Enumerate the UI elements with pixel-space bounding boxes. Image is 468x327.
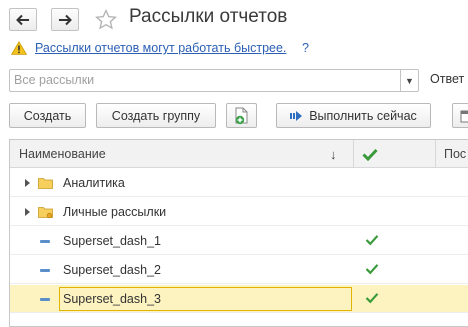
mailing-item-icon <box>40 269 50 272</box>
back-button[interactable] <box>9 8 37 31</box>
create-group-button[interactable]: Создать группу <box>96 103 216 128</box>
check-icon <box>365 293 379 304</box>
arrow-right-icon <box>59 14 72 25</box>
enabled-column-check-icon[interactable] <box>362 148 378 161</box>
table-row[interactable]: Аналитика <box>10 169 468 197</box>
column-name-header[interactable]: Наименование <box>19 140 106 168</box>
check-icon <box>365 235 379 246</box>
column-divider <box>435 140 436 168</box>
warning-icon <box>11 41 27 55</box>
star-icon[interactable] <box>94 8 118 32</box>
performance-hint-link[interactable]: Рассылки отчетов могут работать быстрее. <box>35 41 286 55</box>
add-copy-button[interactable] <box>226 103 257 128</box>
arrow-left-icon <box>16 14 29 25</box>
table-header: Наименование ↓ Пос <box>10 140 468 168</box>
sort-down-icon[interactable]: ↓ <box>330 140 337 168</box>
personal-folder-icon <box>38 207 53 218</box>
column-last-header[interactable]: Пос <box>444 140 466 168</box>
table-row[interactable]: Superset_dash_2 <box>10 256 468 284</box>
expand-arrow-icon[interactable] <box>25 179 30 187</box>
run-now-button[interactable]: Выполнить сейчас <box>276 103 431 128</box>
column-divider <box>353 140 354 168</box>
forward-button[interactable] <box>51 8 79 31</box>
mailings-table: Наименование ↓ Пос Аналитика Личные расс… <box>9 139 468 327</box>
mailing-filter-placeholder: Все рассылки <box>14 73 95 87</box>
row-name: Superset_dash_3 <box>63 292 161 306</box>
dropdown-arrow-icon[interactable]: ▼ <box>400 70 418 91</box>
check-icon <box>365 264 379 275</box>
mailing-item-icon <box>40 240 50 243</box>
page-title: Рассылки отчетов <box>129 6 288 27</box>
expand-arrow-icon[interactable] <box>25 208 30 216</box>
row-name: Superset_dash_2 <box>63 263 161 277</box>
run-icon <box>290 110 303 121</box>
row-name: Личные рассылки <box>63 205 167 219</box>
help-link[interactable]: ? <box>302 41 309 55</box>
calendar-icon <box>460 110 468 122</box>
table-row[interactable]: Личные рассылки <box>10 198 468 226</box>
more-actions-button[interactable] <box>452 103 468 128</box>
row-name: Аналитика <box>63 176 125 190</box>
mailing-filter-select[interactable]: Все рассылки ▼ <box>9 69 419 92</box>
add-document-icon <box>235 107 247 124</box>
create-button[interactable]: Создать <box>9 103 86 128</box>
mailing-item-icon <box>40 298 50 301</box>
responsible-filter-label: Ответ <box>430 72 465 86</box>
row-name: Superset_dash_1 <box>63 234 161 248</box>
folder-icon <box>38 178 53 189</box>
table-row[interactable]: Superset_dash_1 <box>10 227 468 255</box>
table-row-selected[interactable]: Superset_dash_3 <box>10 285 468 313</box>
run-now-label: Выполнить сейчас <box>309 108 417 123</box>
